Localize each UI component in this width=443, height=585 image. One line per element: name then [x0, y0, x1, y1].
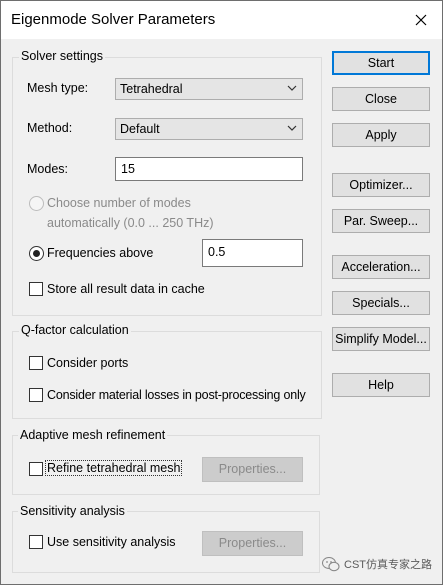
par-sweep-button[interactable]: Par. Sweep... — [332, 209, 430, 233]
solver-settings-label: Solver settings — [19, 49, 105, 63]
use-sensitivity-checkbox[interactable] — [29, 535, 43, 549]
chevron-down-icon — [287, 85, 297, 91]
consider-losses-checkbox[interactable] — [29, 388, 43, 402]
close-icon — [415, 14, 427, 26]
consider-ports-checkbox[interactable] — [29, 356, 43, 370]
help-button[interactable]: Help — [332, 373, 430, 397]
chevron-down-icon — [287, 125, 297, 131]
consider-ports-label: Consider ports — [47, 356, 129, 370]
modes-label: Modes: — [27, 162, 68, 176]
mesh-type-select[interactable]: Tetrahedral — [115, 78, 303, 100]
consider-losses-label: Consider material losses in post-process… — [47, 388, 306, 402]
choose-modes-radio[interactable] — [29, 196, 44, 211]
refine-mesh-checkbox[interactable] — [29, 462, 43, 476]
qfactor-group — [12, 331, 322, 419]
close-button[interactable]: Close — [332, 87, 430, 111]
close-window-button[interactable] — [404, 5, 438, 35]
use-sensitivity-label: Use sensitivity analysis — [47, 535, 176, 549]
optimizer-button[interactable]: Optimizer... — [332, 173, 430, 197]
choose-modes-label: Choose number of modes — [47, 196, 191, 210]
wechat-logo-icon — [322, 556, 340, 571]
radio-dot — [33, 250, 40, 257]
window-title: Eigenmode Solver Parameters — [11, 11, 216, 28]
method-label: Method: — [27, 121, 73, 135]
simplify-model-button[interactable]: Simplify Model... — [332, 327, 430, 351]
mesh-type-value: Tetrahedral — [120, 82, 183, 96]
store-cache-label: Store all result data in cache — [47, 282, 205, 296]
method-select[interactable]: Default — [115, 118, 303, 140]
modes-input[interactable]: 15 — [115, 157, 303, 181]
specials-button[interactable]: Specials... — [332, 291, 430, 315]
store-cache-checkbox[interactable] — [29, 282, 43, 296]
method-value: Default — [120, 122, 160, 136]
adaptive-properties-button[interactable]: Properties... — [202, 457, 303, 482]
mesh-type-label: Mesh type: — [27, 81, 89, 95]
sensitivity-properties-button[interactable]: Properties... — [202, 531, 303, 556]
sensitivity-label: Sensitivity analysis — [18, 504, 127, 518]
frequencies-above-label: Frequencies above — [47, 246, 154, 260]
adaptive-label: Adaptive mesh refinement — [18, 428, 168, 442]
dialog-window: Eigenmode Solver Parameters Solver setti… — [0, 0, 443, 585]
qfactor-label: Q-factor calculation — [19, 323, 131, 337]
acceleration-button[interactable]: Acceleration... — [332, 255, 430, 279]
title-bar: Eigenmode Solver Parameters — [1, 1, 442, 39]
modes-value: 15 — [121, 162, 135, 176]
start-button[interactable]: Start — [332, 51, 430, 75]
watermark-text: CST仿真专家之路 — [344, 559, 432, 571]
frequencies-above-value: 0.5 — [208, 245, 226, 259]
apply-button[interactable]: Apply — [332, 123, 430, 147]
frequencies-above-radio[interactable] — [29, 246, 44, 261]
frequencies-above-input[interactable]: 0.5 — [202, 239, 303, 267]
watermark: CST仿真专家之路 — [322, 556, 432, 572]
refine-mesh-label: Refine tetrahedral mesh — [45, 460, 183, 476]
choose-modes-range-label: automatically (0.0 ... 250 THz) — [47, 216, 214, 230]
